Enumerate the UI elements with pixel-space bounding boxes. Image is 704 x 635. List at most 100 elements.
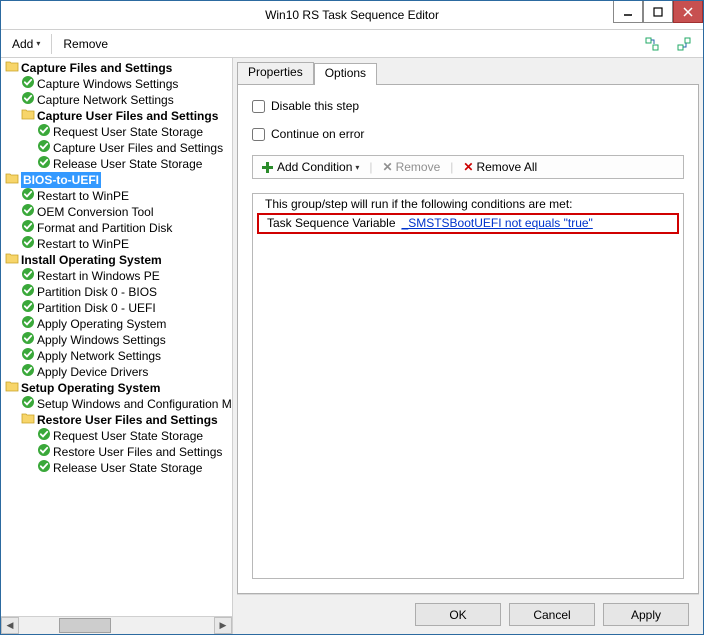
tree-item-label: Release User State Storage <box>53 460 202 476</box>
tab-properties[interactable]: Properties <box>237 62 314 84</box>
tree-item-label: Setup Operating System <box>21 380 160 396</box>
folder-icon <box>21 411 37 429</box>
x-icon: ✕ <box>383 160 393 174</box>
minimize-button[interactable] <box>613 1 643 23</box>
plus-icon <box>261 161 274 174</box>
tree-item-label: Capture User Files and Settings <box>37 108 218 124</box>
editor-window: Win10 RS Task Sequence Editor Add▾ Remov… <box>0 0 704 635</box>
tree-item-label: Apply Windows Settings <box>37 332 166 348</box>
options-panel: Disable this step Continue on error Add … <box>237 84 699 594</box>
tree-item[interactable]: Partition Disk 0 - UEFI <box>3 300 232 316</box>
tree-item[interactable]: Apply Network Settings <box>3 348 232 364</box>
tree-item-label: Apply Operating System <box>37 316 166 332</box>
tree-item[interactable]: Setup Operating System <box>3 380 232 396</box>
ok-button[interactable]: OK <box>415 603 501 626</box>
conditions-list[interactable]: This group/step will run if the followin… <box>252 193 684 579</box>
tree-item[interactable]: Restart in Windows PE <box>3 268 232 284</box>
add-condition-button[interactable]: Add Condition ▾ <box>257 159 363 175</box>
apply-button[interactable]: Apply <box>603 603 689 626</box>
remove-all-button[interactable]: ✕ Remove All <box>459 159 541 175</box>
remove-button[interactable]: Remove <box>56 34 115 54</box>
tree-item-label: Capture User Files and Settings <box>53 140 223 156</box>
tree-item[interactable]: Release User State Storage <box>3 156 232 172</box>
tree-item[interactable]: Restore User Files and Settings <box>3 444 232 460</box>
continue-on-error-checkbox[interactable] <box>252 128 265 141</box>
scroll-track[interactable] <box>19 617 214 634</box>
tree-item-label: Restart in Windows PE <box>37 268 160 284</box>
scroll-right-button[interactable]: ▶ <box>214 617 232 634</box>
tree-item-label: Apply Network Settings <box>37 348 161 364</box>
tree-item[interactable]: Capture User Files and Settings <box>3 140 232 156</box>
tree-item-label: Request User State Storage <box>53 124 203 140</box>
disable-step-checkbox[interactable] <box>252 100 265 113</box>
expand-icon[interactable] <box>637 33 667 55</box>
tree-item[interactable]: Restart to WinPE <box>3 236 232 252</box>
window-title: Win10 RS Task Sequence Editor <box>1 8 703 22</box>
tree-item[interactable]: Apply Windows Settings <box>3 332 232 348</box>
tree-item[interactable]: Request User State Storage <box>3 124 232 140</box>
tree-item[interactable]: Request User State Storage <box>3 428 232 444</box>
toolbar-divider <box>51 34 52 54</box>
tree-item[interactable]: Capture Windows Settings <box>3 76 232 92</box>
tab-options[interactable]: Options <box>314 63 377 85</box>
tree-item[interactable]: Release User State Storage <box>3 460 232 476</box>
check-icon <box>21 363 37 381</box>
tree-pane: Capture Files and SettingsCapture Window… <box>1 58 233 634</box>
disable-step-row[interactable]: Disable this step <box>252 99 684 113</box>
tree-item[interactable]: Partition Disk 0 - BIOS <box>3 284 232 300</box>
tree-item-label: Capture Files and Settings <box>21 60 172 76</box>
conditions-header: This group/step will run if the followin… <box>257 196 679 213</box>
check-icon <box>37 155 53 173</box>
tree-item-label: Capture Windows Settings <box>37 76 178 92</box>
condition-row[interactable]: Task Sequence Variable _SMSTSBootUEFI no… <box>261 216 675 230</box>
button-bar: OK Cancel Apply <box>237 594 699 634</box>
tree-item-label: OEM Conversion Tool <box>37 204 154 220</box>
tree-item[interactable]: Restore User Files and Settings <box>3 412 232 428</box>
tree-item[interactable]: Format and Partition Disk <box>3 220 232 236</box>
tree-item[interactable]: BIOS-to-UEFI <box>3 172 232 188</box>
tree-item-label: Restart to WinPE <box>37 236 129 252</box>
tree-item[interactable]: Capture Files and Settings <box>3 60 232 76</box>
condition-row-highlight: Task Sequence Variable _SMSTSBootUEFI no… <box>257 213 679 234</box>
toolbar: Add▾ Remove <box>1 30 703 58</box>
tree-item-label: BIOS-to-UEFI <box>21 172 101 188</box>
folder-icon <box>5 251 21 269</box>
collapse-icon[interactable] <box>669 33 699 55</box>
add-button[interactable]: Add▾ <box>5 34 47 54</box>
folder-icon <box>21 107 37 125</box>
folder-icon <box>5 59 21 77</box>
window-buttons <box>613 1 703 23</box>
tree-item[interactable]: Apply Operating System <box>3 316 232 332</box>
cancel-button[interactable]: Cancel <box>509 603 595 626</box>
tree-item-label: Partition Disk 0 - UEFI <box>37 300 156 316</box>
scroll-left-button[interactable]: ◀ <box>1 617 19 634</box>
condition-type-label: Task Sequence Variable <box>267 216 396 230</box>
horizontal-scrollbar[interactable]: ◀ ▶ <box>1 616 232 634</box>
tree-item[interactable]: Capture Network Settings <box>3 92 232 108</box>
tree-item-label: Format and Partition Disk <box>37 220 172 236</box>
continue-on-error-row[interactable]: Continue on error <box>252 127 684 141</box>
maximize-button[interactable] <box>643 1 673 23</box>
titlebar: Win10 RS Task Sequence Editor <box>1 1 703 30</box>
tree-item[interactable]: OEM Conversion Tool <box>3 204 232 220</box>
tree-item[interactable]: Restart to WinPE <box>3 188 232 204</box>
tree-item[interactable]: Setup Windows and Configuration Manager <box>3 396 232 412</box>
task-sequence-tree[interactable]: Capture Files and SettingsCapture Window… <box>1 58 232 616</box>
tabs: Properties Options <box>237 62 699 84</box>
tree-item[interactable]: Install Operating System <box>3 252 232 268</box>
condition-value-link[interactable]: _SMSTSBootUEFI not equals "true" <box>402 216 593 230</box>
tree-item-label: Install Operating System <box>21 252 162 268</box>
close-button[interactable] <box>673 1 703 23</box>
scroll-thumb[interactable] <box>59 618 111 633</box>
tree-item-label: Capture Network Settings <box>37 92 174 108</box>
tree-item-label: Restore User Files and Settings <box>37 412 218 428</box>
remove-condition-button[interactable]: ✕ Remove <box>379 159 445 175</box>
chevron-down-icon: ▾ <box>36 39 40 48</box>
tree-item-label: Restore User Files and Settings <box>53 444 222 460</box>
folder-icon <box>5 171 21 189</box>
tree-item[interactable]: Capture User Files and Settings <box>3 108 232 124</box>
x-icon: ✕ <box>463 160 473 174</box>
folder-icon <box>5 379 21 397</box>
tree-item[interactable]: Apply Device Drivers <box>3 364 232 380</box>
disable-step-label: Disable this step <box>271 99 359 113</box>
